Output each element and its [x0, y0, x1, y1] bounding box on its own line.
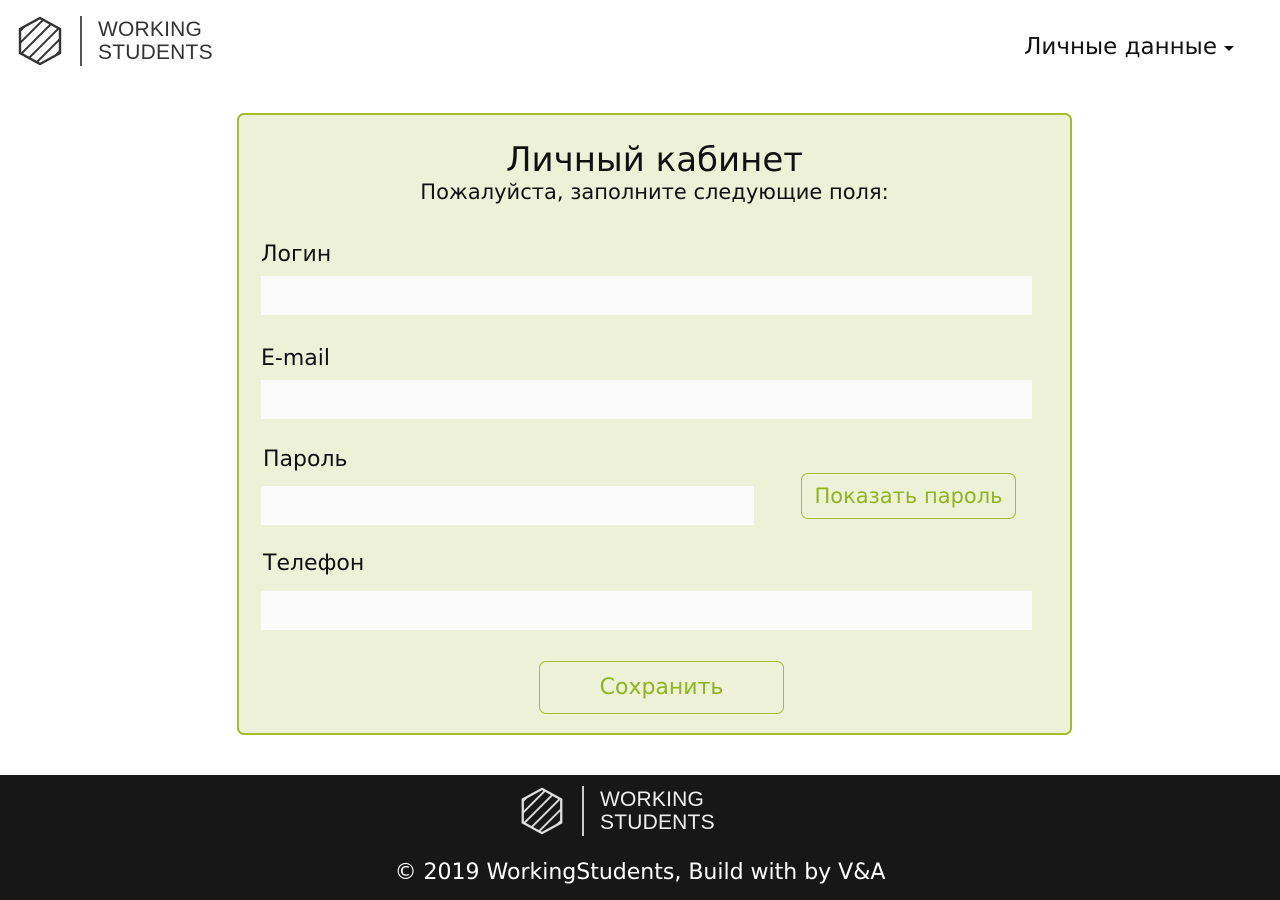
logo-text: WORKING STUDENTS — [98, 18, 213, 64]
header-logo[interactable]: WORKING STUDENTS — [16, 15, 213, 67]
phone-label: Телефон — [263, 551, 365, 576]
page-title: Личный кабинет — [505, 140, 804, 180]
logo-text-line2: STUDENTS — [98, 41, 213, 64]
login-label: Логин — [261, 242, 332, 267]
profile-panel: Личный кабинет Пожалуйста, заполните сле… — [237, 113, 1072, 735]
footer-logo-text: WORKING STUDENTS — [600, 788, 715, 834]
page-subtitle: Пожалуйста, заполните следующие поля: — [420, 180, 889, 204]
email-input[interactable] — [261, 380, 1032, 419]
footer-logo-divider — [582, 786, 584, 836]
phone-input[interactable] — [261, 591, 1032, 630]
logo-text-line1: WORKING — [98, 18, 203, 41]
footer-logo-text-line2: STUDENTS — [600, 811, 715, 834]
logo-icon — [18, 16, 62, 66]
password-input[interactable] — [261, 486, 754, 525]
email-label: E-mail — [261, 346, 330, 371]
login-input[interactable] — [261, 276, 1032, 315]
header: WORKING STUDENTS Личные данные — [0, 0, 1280, 100]
show-password-button[interactable]: Показать пароль — [801, 473, 1016, 519]
footer-logo-icon — [521, 787, 563, 835]
copyright-text: © 2019 WorkingStudents, Build with by V&… — [394, 860, 886, 885]
caret-down-icon — [1224, 46, 1234, 51]
logo-divider — [80, 16, 82, 66]
footer-logo-text-line1: WORKING — [600, 788, 705, 811]
password-label: Пароль — [263, 447, 348, 472]
user-menu-dropdown[interactable]: Личные данные — [1024, 34, 1234, 60]
user-menu-label: Личные данные — [1024, 34, 1217, 60]
footer: WORKING STUDENTS © 2019 WorkingStudents,… — [0, 775, 1280, 900]
footer-logo[interactable]: WORKING STUDENTS — [518, 786, 715, 836]
save-button[interactable]: Сохранить — [539, 661, 784, 714]
